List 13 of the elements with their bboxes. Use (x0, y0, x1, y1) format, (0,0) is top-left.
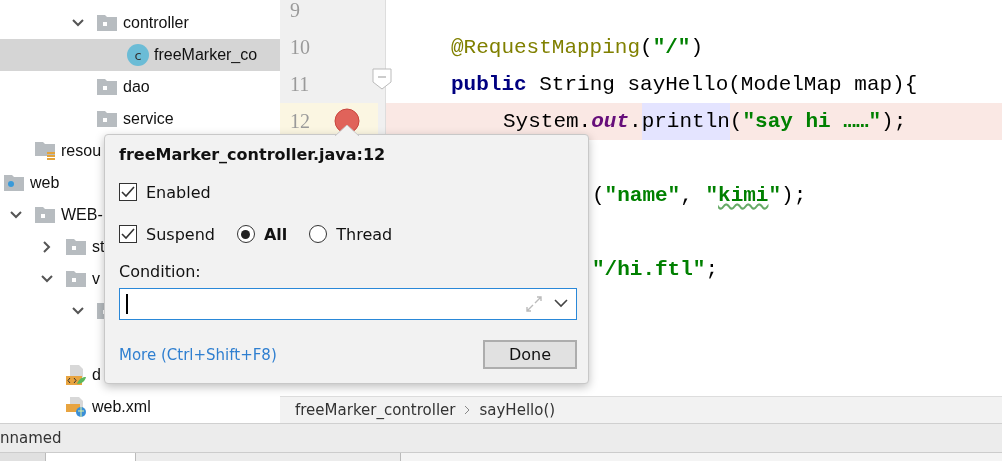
code-line: ("name", "kimi"); (592, 183, 807, 209)
status-text: nnamed (0, 429, 62, 447)
code-line: "/hi.ftl"; (592, 257, 719, 283)
code-line: System.out.println("say hi ……"); (503, 103, 907, 140)
line-number: 12 (290, 110, 311, 133)
condition-label: Condition: (119, 262, 202, 281)
code-line: @RequestMapping("/") (451, 35, 704, 61)
popup-title: freeMarker_controller.java:12 (119, 145, 387, 166)
line-number: 10 (290, 36, 311, 59)
class-icon: c (127, 44, 149, 66)
line-number: 9 (290, 0, 301, 22)
line-number: 11 (290, 73, 311, 96)
code-line: public String sayHello(ModelMap map){ (451, 72, 918, 98)
